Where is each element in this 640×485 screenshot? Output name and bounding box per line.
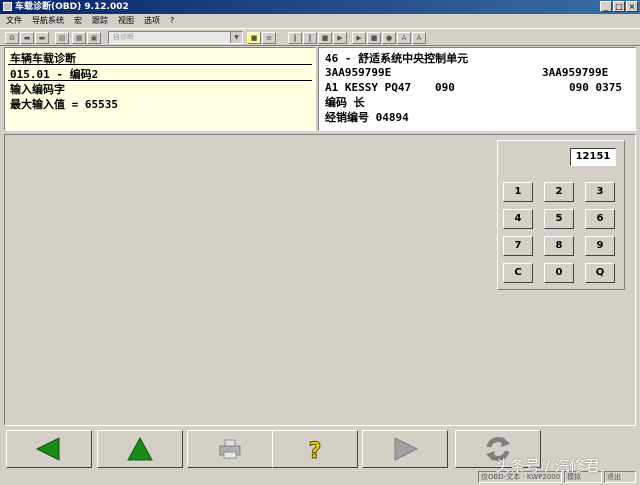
watermark-text: 头条号 / 汽修君 (495, 457, 600, 475)
pause-icon-2[interactable]: ‖ (303, 32, 317, 44)
up-button[interactable] (97, 430, 183, 468)
part-number-2: 3AA959799E (542, 66, 609, 79)
print-button[interactable] (187, 430, 273, 468)
coding-label: 编码 长 (325, 96, 365, 109)
menu-file[interactable]: 文件 (6, 16, 22, 25)
car-icon-3[interactable]: ▬ (35, 32, 49, 44)
car-icon[interactable]: ⚙ (5, 32, 19, 44)
record-icon[interactable]: ● (382, 32, 396, 44)
key-clear[interactable]: C (503, 263, 533, 283)
keypad-display: 12151 (570, 148, 616, 166)
tools-icon[interactable]: ▦ (72, 32, 86, 44)
toolbar: ⚙ ▬ ▬ ▤ ▦ ▣ 自诊断 ▼ ■ ≡ ‖ ‖ ■ ▶ ▶ ■ ● A A (0, 28, 640, 46)
window-title: 车载诊断(OBD) 9.12.002 (15, 2, 129, 12)
svg-text:?: ? (309, 439, 322, 462)
help-button[interactable]: ? (272, 430, 358, 468)
close-button[interactable]: × (626, 1, 638, 12)
font-smaller-icon[interactable]: A (412, 32, 426, 44)
module-name: 46 - 舒适系统中央控制单元 (325, 52, 469, 65)
menu-navigation[interactable]: 导航系统 (32, 16, 64, 25)
menu-macro[interactable]: 宏 (74, 16, 82, 25)
key-6[interactable]: 6 (585, 209, 615, 229)
key-0[interactable]: 0 (544, 263, 574, 283)
key-2[interactable]: 2 (544, 182, 574, 202)
key-8[interactable]: 8 (544, 236, 574, 256)
key-9[interactable]: 9 (585, 236, 615, 256)
chevron-down-icon[interactable]: ▼ (230, 32, 242, 43)
arrow-up-icon (127, 436, 153, 461)
component-version: 090 (435, 81, 455, 94)
module-info-panel: 46 - 舒适系统中央控制单元 3AA959799E 3AA959799E A1… (318, 47, 636, 131)
divider (8, 64, 312, 65)
menu-options[interactable]: 选项 (144, 16, 160, 25)
step-icon[interactable]: ▶ (352, 32, 366, 44)
document-icon[interactable]: ▤ (55, 32, 69, 44)
key-quit[interactable]: Q (585, 263, 615, 283)
key-5[interactable]: 5 (544, 209, 574, 229)
car-icon-2[interactable]: ▬ (20, 32, 34, 44)
part-number: 3AA959799E (325, 66, 392, 79)
component-version-2: 090 0375 (569, 81, 622, 94)
diagnosis-info-panel: 车辆车载诊断 015.01 - 编码2 输入编码字 最大输入值 = 65535 (4, 47, 316, 131)
minimize-button[interactable]: _ (600, 1, 612, 12)
forward-button[interactable] (362, 430, 448, 468)
input-prompt: 输入编码字 (10, 83, 65, 96)
question-icon: ? (308, 439, 322, 463)
stop-icon-2[interactable]: ■ (367, 32, 381, 44)
menu-bar: 文件 导航系统 宏 跟踪 视图 选项? (0, 14, 640, 28)
pause-icon[interactable]: ‖ (288, 32, 302, 44)
key-4[interactable]: 4 (503, 209, 533, 229)
printer-icon (219, 439, 241, 459)
status-extra: 退出 (604, 471, 636, 483)
list-icon[interactable]: ≡ (262, 32, 276, 44)
menu-view[interactable]: 视图 (118, 16, 134, 25)
menu-trace[interactable]: 跟踪 (92, 16, 108, 25)
dealer-number: 经销编号 04894 (325, 111, 409, 124)
component-name: A1 KESSY PQ47 (325, 81, 412, 94)
back-button[interactable] (6, 430, 92, 468)
key-3[interactable]: 3 (585, 182, 615, 202)
app-icon (3, 2, 12, 11)
stop-icon[interactable]: ■ (318, 32, 332, 44)
arrow-left-icon (35, 437, 60, 461)
key-7[interactable]: 7 (503, 236, 533, 256)
max-value-label: 最大输入值 = 65535 (10, 98, 118, 111)
menu-help[interactable]: ? (170, 16, 174, 25)
title-bar: 车载诊断(OBD) 9.12.002 _ □ × (0, 0, 640, 14)
key-1[interactable]: 1 (503, 182, 533, 202)
maximize-button[interactable]: □ (613, 1, 625, 12)
play-icon[interactable]: ▶ (333, 32, 347, 44)
highlight-icon[interactable]: ■ (247, 32, 261, 44)
font-larger-icon[interactable]: A (397, 32, 411, 44)
function-select-value: 自诊断 (113, 33, 134, 41)
open-icon[interactable]: ▣ (87, 32, 101, 44)
arrow-right-icon (394, 437, 419, 461)
function-select[interactable]: 自诊断 ▼ (108, 31, 243, 44)
